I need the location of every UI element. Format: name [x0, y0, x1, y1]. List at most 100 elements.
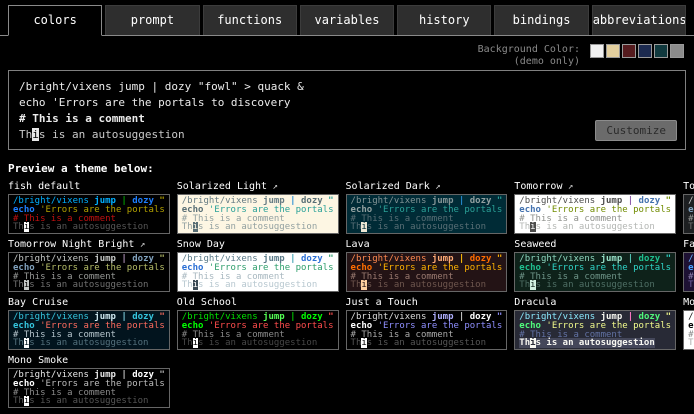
- theme-preview-tomorrow-night-bright[interactable]: /bright/vixens jump | dozy "echo 'Errors…: [8, 252, 170, 292]
- theme-preview-fish-default[interactable]: /bright/vixens jump | dozy "echo 'Errors…: [8, 194, 170, 234]
- sample-autosuggestion-line: This is an autosuggestion: [13, 281, 165, 290]
- sample-autosuggestion-line: This is an autosuggestion: [13, 397, 165, 406]
- themes-heading: Preview a theme below:: [8, 162, 686, 175]
- theme-title: Solarized Dark ↗: [346, 181, 508, 193]
- theme-card: Snow Day/bright/vixens jump | dozy "echo…: [177, 239, 339, 292]
- background-swatch-2[interactable]: [622, 44, 636, 58]
- sample-autosuggestion-line: This is an autosuggestion: [688, 339, 694, 348]
- theme-card: Tomorrow ↗/bright/vixens jump | dozy "ec…: [514, 181, 676, 234]
- theme-preview-seaweed[interactable]: /bright/vixens jump | dozy "echo 'Errors…: [514, 252, 676, 292]
- sample-autosuggestion-line: This is an autosuggestion: [351, 339, 503, 348]
- background-swatch-0[interactable]: [590, 44, 604, 58]
- token-pipe: |: [151, 80, 158, 93]
- sample-autosuggestion-line: This is an autosuggestion: [13, 339, 165, 348]
- theme-card: Tomorrow Night ↗/bright/vixens jump | do…: [683, 181, 694, 234]
- theme-card: Fairground/bright/vixens jump | dozy "ec…: [683, 239, 694, 292]
- sample-autosuggestion-line: This is an autosuggestion: [351, 223, 503, 232]
- token-quoted-tail: "fowl" > quack &: [198, 80, 304, 93]
- theme-card: Tomorrow Night Bright ↗/bright/vixens ju…: [8, 239, 170, 292]
- background-swatch-1[interactable]: [606, 44, 620, 58]
- preview-autosuggestion-line: This is an autosuggestion: [19, 127, 675, 143]
- theme-preview-snow-day[interactable]: /bright/vixens jump | dozy "echo 'Errors…: [177, 252, 339, 292]
- preview-command-line: /bright/vixens jump | dozy "fowl" > quac…: [19, 79, 675, 95]
- theme-title: Bay Cruise: [8, 297, 170, 309]
- theme-title: Mono Smoke: [8, 355, 170, 367]
- theme-preview-just-a-touch[interactable]: /bright/vixens jump | dozy "echo 'Errors…: [346, 310, 508, 350]
- theme-title: Lava: [346, 239, 508, 251]
- tab-functions[interactable]: functions: [203, 5, 297, 35]
- sample-autosuggestion-line: This is an autosuggestion: [688, 223, 694, 232]
- theme-title: Tomorrow Night Bright ↗: [8, 239, 170, 251]
- external-link-icon[interactable]: ↗: [430, 182, 441, 192]
- theme-title: Dracula: [514, 297, 676, 309]
- background-swatches: [588, 44, 684, 58]
- token-command-path: /bright/vixens: [19, 80, 112, 93]
- tab-prompt[interactable]: prompt: [105, 5, 199, 35]
- theme-preview-mono-lace[interactable]: /bright/vixens jump | dozy "echo 'Errors…: [683, 310, 694, 350]
- sample-autosuggestion-line: This is an autosuggestion: [688, 281, 694, 290]
- external-link-icon[interactable]: ↗: [267, 182, 278, 192]
- preview-echo-line: echo 'Errors are the portals to discover…: [19, 95, 675, 111]
- cursor-block: i: [32, 128, 39, 141]
- theme-title: Tomorrow ↗: [514, 181, 676, 193]
- tab-history[interactable]: history: [397, 5, 491, 35]
- external-link-icon[interactable]: ↗: [562, 182, 573, 192]
- theme-title: Old School: [177, 297, 339, 309]
- tab-colors[interactable]: colors: [8, 5, 102, 36]
- theme-card: Lava/bright/vixens jump | dozy "echo 'Er…: [346, 239, 508, 292]
- tab-bar: colorspromptfunctionsvariableshistorybin…: [0, 0, 694, 36]
- tab-variables[interactable]: variables: [300, 5, 394, 35]
- theme-card: Old School/bright/vixens jump | dozy "ec…: [177, 297, 339, 350]
- background-color-picker: Background Color: (demo only): [10, 44, 684, 68]
- token-command: dozy: [165, 80, 192, 93]
- theme-title: fish default: [8, 181, 170, 193]
- theme-preview-old-school[interactable]: /bright/vixens jump | dozy "echo 'Errors…: [177, 310, 339, 350]
- theme-title: Snow Day: [177, 239, 339, 251]
- theme-grid: fish default/bright/vixens jump | dozy "…: [8, 181, 686, 408]
- theme-card: Mono Smoke/bright/vixens jump | dozy "ec…: [8, 355, 170, 408]
- sample-autosuggestion-line: This is an autosuggestion: [519, 223, 671, 232]
- theme-card: Just a Touch/bright/vixens jump | dozy "…: [346, 297, 508, 350]
- tab-bindings[interactable]: bindings: [494, 5, 588, 35]
- theme-card: fish default/bright/vixens jump | dozy "…: [8, 181, 170, 234]
- theme-preview-fairground[interactable]: /bright/vixens jump | dozy "echo 'Errors…: [683, 252, 694, 292]
- theme-card: Bay Cruise/bright/vixens jump | dozy "ec…: [8, 297, 170, 350]
- sample-autosuggestion-line: This is an autosuggestion: [351, 281, 503, 290]
- preview-comment-line: # This is a comment: [19, 111, 675, 127]
- theme-preview-bay-cruise[interactable]: /bright/vixens jump | dozy "echo 'Errors…: [8, 310, 170, 350]
- customize-button[interactable]: Customize: [595, 120, 677, 141]
- theme-preview-solarized-dark[interactable]: /bright/vixens jump | dozy "echo 'Errors…: [346, 194, 508, 234]
- sample-autosuggestion-line: This is an autosuggestion: [519, 281, 671, 290]
- demo-only-label: (demo only): [478, 56, 580, 68]
- theme-title: Fairground: [683, 239, 694, 251]
- tab-abbreviations[interactable]: abbreviations: [592, 5, 686, 35]
- theme-preview-dracula[interactable]: /bright/vixens jump | dozy "echo 'Errors…: [514, 310, 676, 350]
- theme-title: Seaweed: [514, 239, 676, 251]
- background-swatch-3[interactable]: [638, 44, 652, 58]
- background-color-labels: Background Color: (demo only): [478, 44, 580, 68]
- theme-title: Just a Touch: [346, 297, 508, 309]
- theme-card: Solarized Dark ↗/bright/vixens jump | do…: [346, 181, 508, 234]
- theme-preview-tomorrow[interactable]: /bright/vixens jump | dozy "echo 'Errors…: [514, 194, 676, 234]
- theme-preview-lava[interactable]: /bright/vixens jump | dozy "echo 'Errors…: [346, 252, 508, 292]
- autosuggestion-suffix: s is an autosuggestion: [39, 128, 185, 141]
- background-swatch-5[interactable]: [670, 44, 684, 58]
- sample-autosuggestion-line: This is an autosuggestion: [182, 223, 334, 232]
- theme-card: Dracula/bright/vixens jump | dozy "echo …: [514, 297, 676, 350]
- theme-title: Mono Lace: [683, 297, 694, 309]
- sample-autosuggestion-line: This is an autosuggestion: [182, 281, 334, 290]
- sample-autosuggestion-line: This is an autosuggestion: [519, 339, 671, 348]
- theme-title: Solarized Light ↗: [177, 181, 339, 193]
- theme-preview-solarized-light[interactable]: /bright/vixens jump | dozy "echo 'Errors…: [177, 194, 339, 234]
- sample-autosuggestion-line: This is an autosuggestion: [182, 339, 334, 348]
- background-swatch-4[interactable]: [654, 44, 668, 58]
- terminal-preview: /bright/vixens jump | dozy "fowl" > quac…: [8, 70, 686, 150]
- theme-preview-mono-smoke[interactable]: /bright/vixens jump | dozy "echo 'Errors…: [8, 368, 170, 408]
- theme-title: Tomorrow Night ↗: [683, 181, 694, 193]
- theme-card: Solarized Light ↗/bright/vixens jump | d…: [177, 181, 339, 234]
- token-string: 'Errors are the portals to discovery: [52, 96, 290, 109]
- token-echo: echo: [19, 96, 46, 109]
- external-link-icon[interactable]: ↗: [134, 240, 145, 250]
- theme-preview-tomorrow-night[interactable]: /bright/vixens jump | dozy "echo 'Errors…: [683, 194, 694, 234]
- autosuggestion-prefix: Th: [19, 128, 32, 141]
